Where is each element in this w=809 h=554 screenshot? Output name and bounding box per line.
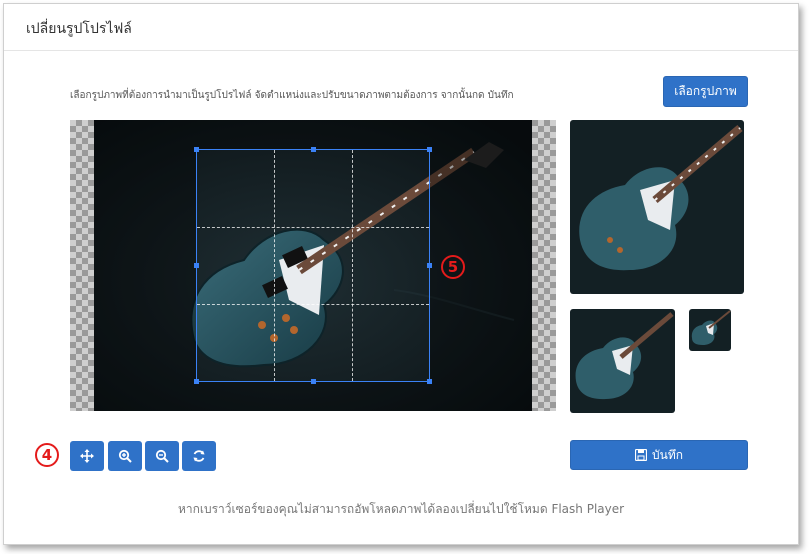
choose-image-button[interactable]: เลือกรูปภาพ <box>663 76 748 107</box>
crop-handle-s[interactable] <box>311 379 316 384</box>
crop-handle-e[interactable] <box>427 263 432 268</box>
zoom-in-icon <box>118 449 132 463</box>
crop-handle-se[interactable] <box>427 379 432 384</box>
preview-small <box>689 309 731 351</box>
save-button[interactable]: บันทึก <box>570 440 748 470</box>
move-arrows-icon <box>80 449 94 463</box>
crop-canvas[interactable] <box>70 120 556 411</box>
dialog-header: เปลี่ยนรูปโปรไฟล์ <box>4 4 798 51</box>
floppy-disk-icon <box>635 449 647 461</box>
crop-handle-n[interactable] <box>311 147 316 152</box>
instructions-text: เลือกรูปภาพที่ต้องการนำมาเป็นรูปโปรไฟล์ … <box>70 90 514 101</box>
save-button-label: บันทึก <box>652 447 683 462</box>
crop-handle-nw[interactable] <box>194 147 199 152</box>
crop-handle-w[interactable] <box>194 263 199 268</box>
refresh-icon <box>193 450 205 462</box>
preview-medium <box>570 309 675 413</box>
move-tool-button[interactable] <box>70 441 104 471</box>
dialog-title: เปลี่ยนรูปโปรไฟล์ <box>26 21 132 37</box>
flash-fallback-note: หากเบราว์เซอร์ของคุณไม่สามารถอัพโหลดภาพไ… <box>177 502 625 516</box>
annotation-marker-4: 4 <box>35 443 59 467</box>
zoom-out-button[interactable] <box>145 441 179 471</box>
reset-button[interactable] <box>182 441 216 471</box>
preview-large <box>570 120 744 294</box>
crop-handle-ne[interactable] <box>427 147 432 152</box>
zoom-in-button[interactable] <box>108 441 142 471</box>
zoom-out-icon <box>155 449 169 463</box>
crop-selection-box[interactable] <box>194 147 432 384</box>
crop-handle-sw[interactable] <box>194 379 199 384</box>
annotation-marker-5: 5 <box>441 255 465 279</box>
change-profile-dialog: เปลี่ยนรูปโปรไฟล์ เลือกรูปภาพที่ต้องการน… <box>3 3 799 545</box>
